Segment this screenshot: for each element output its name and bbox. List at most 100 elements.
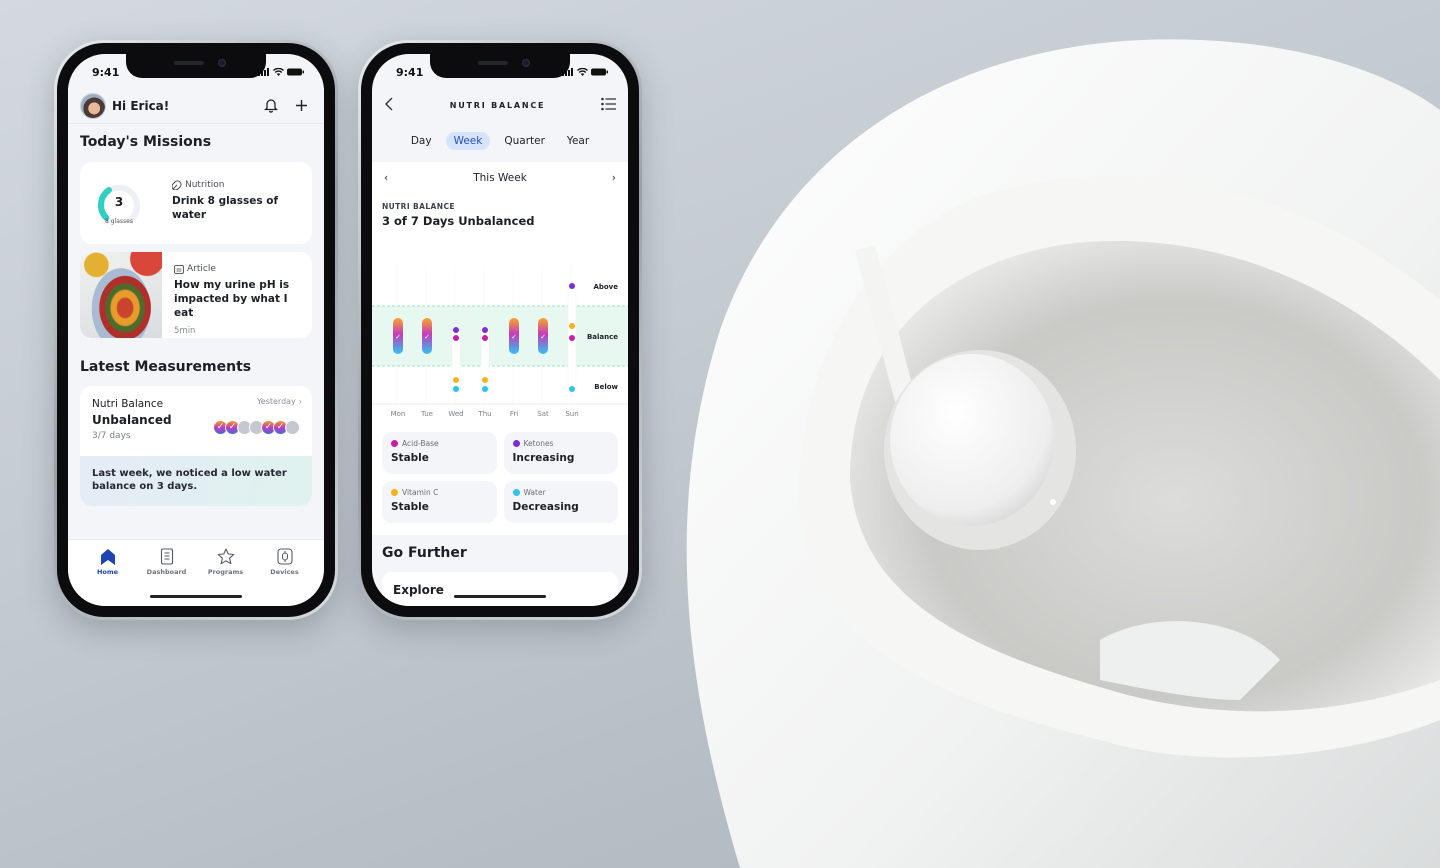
greeting: Hi Erica!: [112, 98, 170, 113]
point-vitamin-c: [453, 377, 459, 383]
measurement-date-link[interactable]: Yesterday ›: [257, 397, 302, 406]
status-time: 9:41: [396, 65, 424, 79]
ketones-dot-icon: [512, 440, 520, 447]
chevron-left-icon: [385, 97, 393, 110]
legend-name: Ketones: [523, 439, 554, 448]
period-day[interactable]: Day: [403, 132, 440, 150]
period-week[interactable]: Week: [445, 132, 491, 150]
chevron-right-icon: ›: [611, 172, 616, 184]
legend-card-acid-base[interactable]: Acid-Base Stable: [382, 432, 497, 474]
point-ketones: [569, 283, 575, 289]
acid-base-dot-icon: [391, 440, 398, 447]
missions-title: Today's Missions: [80, 134, 212, 150]
nutri-panel: ‹ This Week › NUTRI BALANCE 3 of 7 Days …: [372, 162, 628, 535]
measurements-title: Latest Measurements: [80, 359, 252, 375]
explore-label: Explore: [393, 583, 444, 597]
home-indicator: [150, 595, 242, 598]
add-button[interactable]: [290, 95, 312, 117]
point-ketones: [482, 327, 488, 333]
level-label-balance: Balance: [587, 333, 618, 341]
legend-card-water[interactable]: Water Decreasing: [503, 481, 618, 523]
home-icon: [100, 549, 115, 565]
legend-card-ketones[interactable]: Ketones Increasing: [503, 432, 618, 474]
legend-trend: Stable: [391, 452, 429, 464]
mission-title: Drink 8 glasses of water: [172, 195, 279, 221]
nutri-header: NUTRI BALANCE: [372, 88, 628, 122]
tab-devices[interactable]: Devices: [257, 548, 313, 606]
go-further-title: Go Further: [382, 545, 467, 561]
day-label: Wed: [448, 410, 463, 418]
day-label: Sun: [565, 410, 578, 418]
day-label: Tue: [420, 410, 433, 418]
battery-icon: [591, 68, 608, 76]
legend-name: Acid-Base: [402, 439, 439, 448]
measurement-insight: Last week, we noticed a low water balanc…: [80, 456, 312, 506]
point-water: [569, 386, 575, 392]
star-icon: [217, 548, 234, 565]
day-label: Thu: [477, 410, 491, 418]
check-icon: ✓: [540, 333, 546, 341]
nutrient-legend: Acid-Base Stable Ketones Increasing Vita…: [382, 432, 618, 523]
chevron-right-icon: ›: [298, 397, 302, 406]
summary-title: 3 of 7 Days Unbalanced: [382, 214, 535, 228]
day-dot-unbalanced: [285, 420, 300, 435]
next-week-button[interactable]: ›: [612, 172, 616, 184]
article-icon: [174, 264, 184, 274]
water-progress-value: 3: [114, 195, 124, 209]
battery-icon: [287, 68, 304, 76]
measurement-card[interactable]: Nutri Balance Unbalanced 3/7 days Yester…: [80, 386, 312, 506]
avatar[interactable]: [80, 92, 106, 119]
point-water: [482, 386, 488, 392]
measurement-date: Yesterday: [256, 397, 296, 406]
check-icon: ✓: [395, 333, 401, 341]
home-indicator: [454, 595, 546, 598]
phone-notch: [126, 54, 266, 78]
period-selector: Day Week Quarter Year: [372, 132, 628, 150]
point-acid-base: [453, 335, 459, 341]
phone-nutri-balance-screen: 9:41 NUTRI BALANCE Day Week Quarter Year…: [358, 40, 642, 620]
point-acid-base: [482, 335, 488, 341]
week-dots: ✓ ✓ ✓ ✓: [213, 420, 300, 435]
nutrition-icon: [172, 180, 182, 190]
water-dot-icon: [512, 489, 520, 496]
level-label-above: Above: [593, 283, 618, 291]
list-menu-button[interactable]: [601, 96, 616, 115]
level-label-below: Below: [594, 383, 618, 391]
period-quarter[interactable]: Quarter: [496, 132, 553, 150]
chevron-left-icon: ‹: [384, 172, 389, 184]
mission-card[interactable]: 3 8 glasses Nutrition Drink 8 glasses of…: [80, 162, 312, 244]
explore-card[interactable]: Explore: [382, 572, 618, 606]
wifi-icon: [577, 68, 588, 76]
legend-trend: Increasing: [512, 452, 575, 464]
point-vitamin-c: [482, 377, 488, 383]
dashboard-icon: [160, 548, 173, 565]
chart-svg: Below Balance Above Mon ✓ Tue ✓ Wed Thu Fri ✓ Sat ✓ S…: [372, 266, 628, 418]
notifications-button[interactable]: [260, 95, 282, 117]
mission-category: Nutrition: [185, 180, 225, 190]
legend-card-vitamin-c[interactable]: Vitamin C Stable: [382, 481, 497, 523]
day-label: Fri: [510, 410, 518, 418]
tab-home[interactable]: Home: [80, 548, 136, 606]
week-navigator: ‹ This Week ›: [384, 172, 616, 184]
plus-icon: [295, 100, 307, 111]
legend-trend: Decreasing: [512, 501, 579, 513]
day-label: Mon: [391, 410, 406, 418]
period-year[interactable]: Year: [559, 132, 597, 150]
legend-name: Water: [523, 488, 546, 497]
water-progress-goal: 8 glasses: [105, 218, 133, 225]
previous-week-button[interactable]: ‹: [384, 172, 388, 184]
screen-title: NUTRI BALANCE: [449, 100, 546, 110]
device-icon: [276, 548, 293, 565]
bell-icon: [264, 99, 278, 113]
list-icon: [601, 97, 616, 110]
phone-home-screen: 9:41 Hi Erica! Today's Missions 3 8 glas…: [54, 40, 338, 620]
check-icon: ✓: [511, 333, 517, 341]
home-header: Hi Erica!: [68, 88, 324, 124]
point-acid-base: [569, 335, 575, 341]
point-water: [453, 386, 459, 392]
phone-notch: [430, 54, 570, 78]
range-label: This Week: [473, 172, 527, 184]
back-button[interactable]: [384, 96, 394, 115]
legend-trend: Stable: [391, 501, 429, 513]
article-card[interactable]: Article How my urine pH is impacted by w…: [80, 252, 312, 338]
